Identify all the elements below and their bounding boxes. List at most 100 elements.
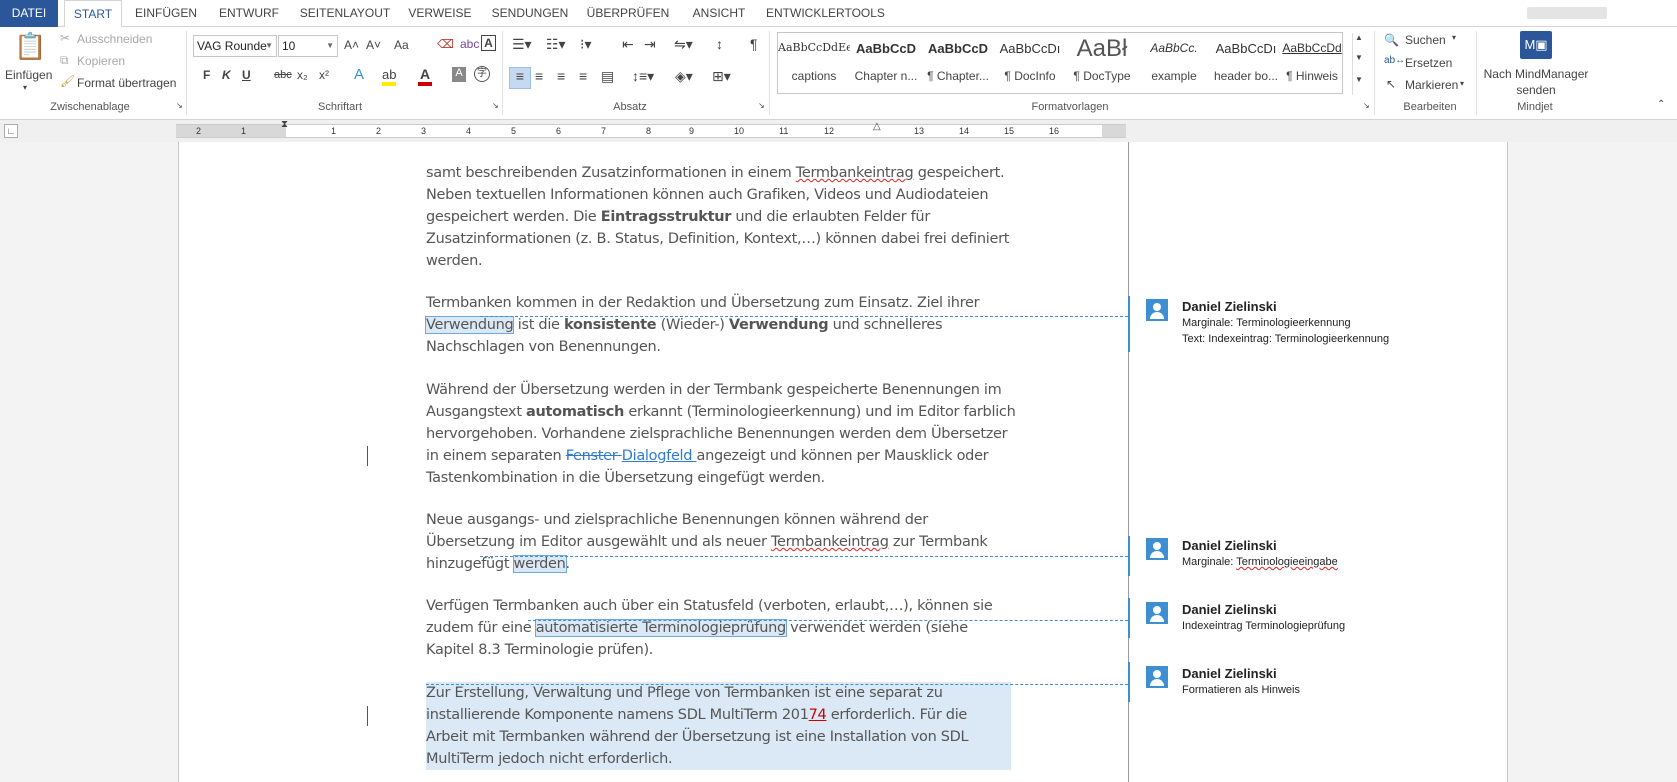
tracked-change[interactable]: 74 [809, 707, 827, 723]
align-center-icon[interactable]: ≡ [535, 68, 543, 84]
underline-button[interactable]: U [242, 68, 251, 82]
change-case-button[interactable]: Aa [394, 38, 409, 52]
paste-button[interactable]: Einfügen [5, 68, 52, 82]
line-spacing-icon[interactable]: ↕≡▾ [632, 68, 654, 85]
comment-anchor[interactable]: automatisierte Terminologieprüfung [534, 619, 787, 637]
indent-marker-icon[interactable]: ⧗ [281, 119, 288, 130]
tab-layout[interactable]: SEITENLAYOUT [296, 0, 394, 27]
tab-start[interactable]: START [64, 0, 122, 28]
borders-icon[interactable]: ⊞▾ [712, 68, 731, 85]
tab-review[interactable]: ÜBERPRÜFEN [584, 0, 672, 27]
clear-format-icon[interactable]: ⌫ [437, 37, 454, 51]
paragraph-5[interactable]: Verfügen Termbanken auch über ein Status… [426, 595, 1016, 661]
tab-selector[interactable]: ∟ [4, 124, 18, 138]
style-name: Chapter n... [854, 69, 918, 83]
justify-icon[interactable]: ≡ [579, 68, 587, 84]
paragraph-2[interactable]: Termbanken kommen in der Redaktion und Ü… [424, 292, 1016, 358]
decrease-indent-icon[interactable]: ⇤ [622, 36, 634, 53]
highlight-color-icon[interactable]: ab [382, 67, 397, 86]
tracked-deletion[interactable]: Fenster [566, 448, 622, 464]
ruler-number: 15 [1004, 126, 1015, 136]
sort-icon[interactable]: ↕ [716, 36, 723, 52]
text-effects-icon[interactable]: A [354, 66, 364, 83]
spelling-error[interactable]: Termbankeintrag [796, 165, 914, 181]
phonetic-guide-icon[interactable]: abc [460, 37, 479, 51]
spelling-error[interactable]: Termbankeintrag [771, 534, 889, 550]
horizontal-ruler[interactable]: ⧗ △ 2 1 1 2 3 4 5 6 7 8 9 10 11 12 13 14… [176, 119, 1126, 138]
select-button[interactable]: Markieren [1405, 78, 1458, 92]
scroll-down-icon[interactable]: ▼ [1355, 53, 1363, 62]
multilevel-list-icon[interactable]: ⁝▾ [580, 36, 591, 53]
copy-button[interactable]: Kopieren [77, 54, 125, 68]
comment-balloon[interactable]: Daniel Zielinski Marginale: Terminologie… [1146, 299, 1496, 351]
user-account[interactable] [1527, 7, 1607, 19]
paste-icon[interactable]: 📋 [14, 31, 46, 63]
style-item[interactable]: AaBbCcDd ¶ Hinweis [1282, 33, 1342, 93]
tab-insert[interactable]: EINFÜGEN [130, 0, 202, 27]
clipboard-launcher-icon[interactable]: ↘ [176, 101, 183, 110]
style-item[interactable]: AaBbCcD ¶ Chapter... [922, 33, 994, 93]
styles-launcher-icon[interactable]: ↘ [1363, 101, 1370, 110]
increase-indent-icon[interactable]: ⇥ [644, 36, 656, 53]
paragraph-launcher-icon[interactable]: ↘ [758, 101, 765, 110]
collapse-ribbon-icon[interactable]: ⌃ [1657, 99, 1665, 110]
shading-icon[interactable]: ◈▾ [675, 68, 693, 85]
paragraph-3[interactable]: Während der Übersetzung werden in der Te… [426, 379, 1016, 489]
style-item[interactable]: AaBł ¶ DocType [1066, 33, 1138, 93]
grow-font-button[interactable]: A˄ [344, 38, 359, 52]
enclose-chars-icon[interactable]: 字 [474, 66, 490, 82]
char-shading-icon[interactable]: A [452, 67, 466, 82]
replace-button[interactable]: Ersetzen [1405, 56, 1452, 70]
font-name-field[interactable]: VAG Rounde ▼ [193, 35, 277, 57]
show-marks-button[interactable]: ¶ [750, 36, 758, 52]
more-styles-icon[interactable]: ▼ [1355, 75, 1363, 84]
text-direction-icon[interactable]: ⇋▾ [674, 36, 693, 53]
superscript-button[interactable]: x² [319, 68, 329, 82]
paragraph-4[interactable]: Neue ausgangs- und zielsprachliche Benen… [426, 509, 1016, 575]
font-size-field[interactable]: 10 ▼ [278, 35, 338, 57]
styles-scrollbar[interactable]: ▲ ▼ ▼ [1352, 33, 1366, 95]
bullets-icon[interactable]: ☰▾ [512, 36, 532, 53]
style-item[interactable]: AaBbCc. example [1138, 33, 1210, 93]
select-dropdown-icon[interactable]: ▾ [1460, 79, 1464, 88]
font-color-icon[interactable]: A [418, 66, 432, 86]
comment-balloon[interactable]: Daniel Zielinski Formatieren als Hinweis [1146, 666, 1496, 702]
italic-button[interactable]: K [222, 68, 231, 82]
tab-mailings[interactable]: SENDUNGEN [488, 0, 572, 27]
numbering-icon[interactable]: ☷▾ [546, 36, 566, 53]
find-dropdown-icon[interactable]: ▾ [1452, 33, 1456, 42]
style-item[interactable]: AaBbCcDdEe captions [778, 33, 850, 93]
paste-dropdown-icon[interactable]: ▾ [23, 83, 27, 92]
paragraph-1[interactable]: samt beschreibenden Zusatzinformationen … [426, 162, 1016, 272]
char-border-icon[interactable]: A [481, 35, 496, 51]
tab-references[interactable]: VERWEISE [404, 0, 476, 27]
style-item[interactable]: AaBbCcD Chapter n... [850, 33, 922, 93]
strikethrough-button[interactable]: abc [274, 69, 292, 81]
right-indent-icon[interactable]: △ [873, 121, 881, 132]
scroll-up-icon[interactable]: ▲ [1355, 33, 1363, 42]
find-button[interactable]: Suchen [1405, 33, 1446, 47]
tab-design[interactable]: ENTWURF [210, 0, 288, 27]
font-launcher-icon[interactable]: ↘ [492, 101, 499, 110]
cut-button[interactable]: Ausschneiden [77, 32, 152, 46]
tab-file[interactable]: DATEI [0, 0, 58, 27]
mindmanager-icon[interactable]: M▣ [1520, 31, 1552, 59]
paragraph-6[interactable]: Zur Erstellung, Verwaltung und Pflege vo… [426, 682, 1011, 770]
comment-balloon[interactable]: Daniel Zielinski Marginale: Terminologie… [1146, 538, 1496, 574]
bold-button[interactable]: F [203, 68, 210, 82]
tab-developer[interactable]: ENTWICKLERTOOLS [766, 0, 885, 27]
tracked-insertion[interactable]: Dialogfeld [622, 448, 697, 464]
shrink-font-button[interactable]: A˅ [366, 38, 381, 52]
subscript-button[interactable]: x₂ [297, 68, 308, 82]
format-painter-button[interactable]: Format übertragen [77, 76, 176, 90]
align-right-icon[interactable]: ≡ [557, 68, 565, 84]
comment-anchor[interactable]: Verwendung [424, 316, 515, 334]
comment-balloon[interactable]: Daniel Zielinski Indexeintrag Terminolog… [1146, 602, 1496, 638]
align-left-icon[interactable]: ≡ [509, 67, 531, 89]
distributed-icon[interactable]: ▤ [601, 68, 614, 85]
tab-view[interactable]: ANSICHT [684, 0, 754, 27]
style-item[interactable]: AaBbCcDı ¶ DocInfo [994, 33, 1066, 93]
style-item[interactable]: AaBbCcDı header bo... [1210, 33, 1282, 93]
comment-anchor[interactable]: werden [512, 555, 567, 573]
mindmanager-send-button[interactable]: Nach MindManager [1483, 67, 1589, 81]
